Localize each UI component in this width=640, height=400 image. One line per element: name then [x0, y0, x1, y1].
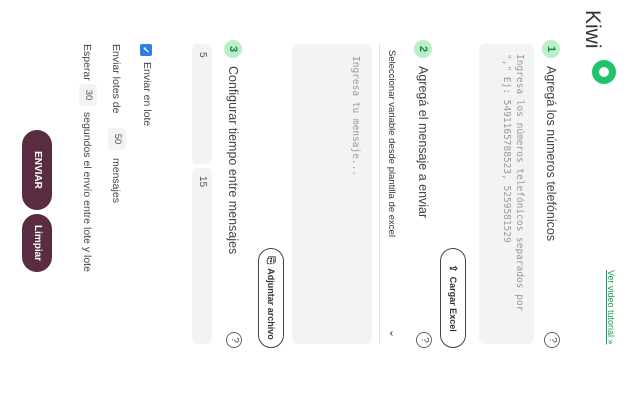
app-logo-text: Kiwi — [581, 10, 604, 49]
min-seconds-input[interactable]: 5 — [192, 44, 212, 164]
upload-icon: ⇪ — [447, 264, 459, 273]
step-1-help-icon[interactable]: ? — [544, 332, 560, 348]
video-tutorial-link[interactable]: Ver video tutorial » — [606, 270, 616, 345]
wait-suffix: segundos el envío entre lote y lote — [81, 112, 93, 272]
upload-excel-button[interactable]: ⇪ Cargar Excel — [440, 248, 466, 348]
step-1-title: Agregá los números telefónicos — [544, 66, 558, 242]
batch-send-label: Enviar en lote — [141, 62, 153, 127]
step-2-title: Agregá el mensaje a enviar — [416, 66, 430, 219]
kiwi-logo-icon — [592, 60, 616, 84]
batch-send-checkbox[interactable]: ✓ — [140, 44, 152, 56]
step-1-badge: 1 — [542, 40, 560, 58]
step-3-badge: 3 — [224, 40, 242, 58]
phone-numbers-input[interactable]: Ingresa los números telefónicos separado… — [479, 44, 534, 344]
step-2-badge: 2 — [414, 40, 432, 58]
variable-select[interactable]: Seleccionar variable desde plantilla de … — [379, 44, 402, 344]
max-seconds-input[interactable]: 15 — [192, 168, 212, 344]
step-2-help-icon[interactable]: ? — [416, 332, 432, 348]
batch-size-prefix: Enviar lotes de — [110, 44, 122, 114]
wait-seconds-input[interactable]: 30 — [79, 84, 97, 106]
attach-file-icon: ⎘ — [265, 256, 277, 265]
kiwi-panel: Kiwi Ver video tutorial » 1 Agregá los n… — [0, 0, 640, 400]
wait-prefix: Esperar — [81, 44, 93, 81]
step-3-title: Configurar tiempo entre mensajes — [226, 66, 240, 255]
attach-file-button[interactable]: ⎘ Adjuntar archivo — [258, 248, 284, 348]
send-button[interactable]: ENVIAR — [22, 130, 52, 210]
variable-select-label: Seleccionar variable desde plantilla de … — [386, 50, 397, 237]
message-textarea[interactable]: Ingresa tu mensaje... — [292, 44, 372, 344]
attach-file-label: Adjuntar archivo — [266, 268, 276, 340]
batch-size-input[interactable]: 50 — [108, 128, 126, 150]
clear-button[interactable]: Limpiar — [22, 214, 52, 272]
chevron-down-icon: ⌄ — [387, 328, 399, 338]
batch-size-suffix: mensajes — [110, 158, 122, 203]
upload-excel-label: Cargar Excel — [448, 276, 458, 332]
step-3-help-icon[interactable]: ? — [226, 332, 242, 348]
